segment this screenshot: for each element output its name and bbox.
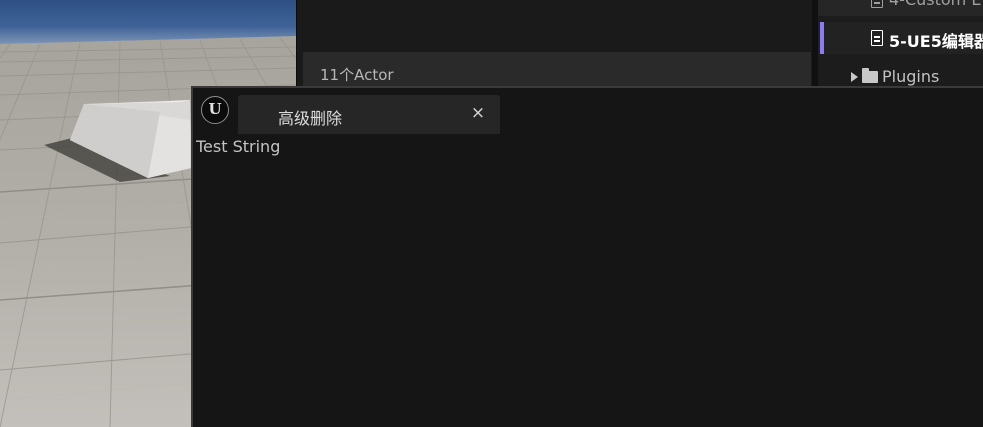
- document-icon: [871, 0, 883, 8]
- actor-count-label: 11个Actor: [320, 66, 394, 84]
- outliner-panel: 11个Actor: [296, 0, 813, 88]
- tree-item-label: Plugins: [882, 67, 940, 86]
- window-content: Test String: [193, 134, 983, 427]
- content-browser-tree: 4-Custom E 5-UE5编辑器 Plugins: [812, 0, 983, 88]
- document-icon: [871, 30, 883, 46]
- editor-screen: 11个Actor 4-Custom E 5-UE5编辑器 Plugins U 高…: [0, 0, 983, 427]
- outliner-footer: 11个Actor: [303, 52, 811, 86]
- tree-item-label: 4-Custom E: [889, 0, 981, 9]
- selection-indicator: [820, 22, 824, 54]
- tree-item-custom-e[interactable]: 4-Custom E: [818, 0, 983, 16]
- close-icon[interactable]: ×: [470, 103, 486, 123]
- folder-icon: [862, 68, 878, 83]
- window-titlebar[interactable]: U 高级删除 ×: [193, 88, 983, 136]
- tree-item-label: 5-UE5编辑器: [889, 32, 983, 51]
- unreal-logo-icon: U: [201, 96, 229, 124]
- tab-title: 高级删除: [278, 109, 343, 128]
- test-string-text: Test String: [196, 137, 281, 156]
- expand-arrow-icon[interactable]: [851, 72, 858, 82]
- tree-item-ue5-editor[interactable]: 5-UE5编辑器: [818, 22, 983, 54]
- tab-advanced-delete[interactable]: 高级删除 ×: [238, 95, 500, 134]
- advanced-delete-window: U 高级删除 × Test String: [191, 86, 983, 427]
